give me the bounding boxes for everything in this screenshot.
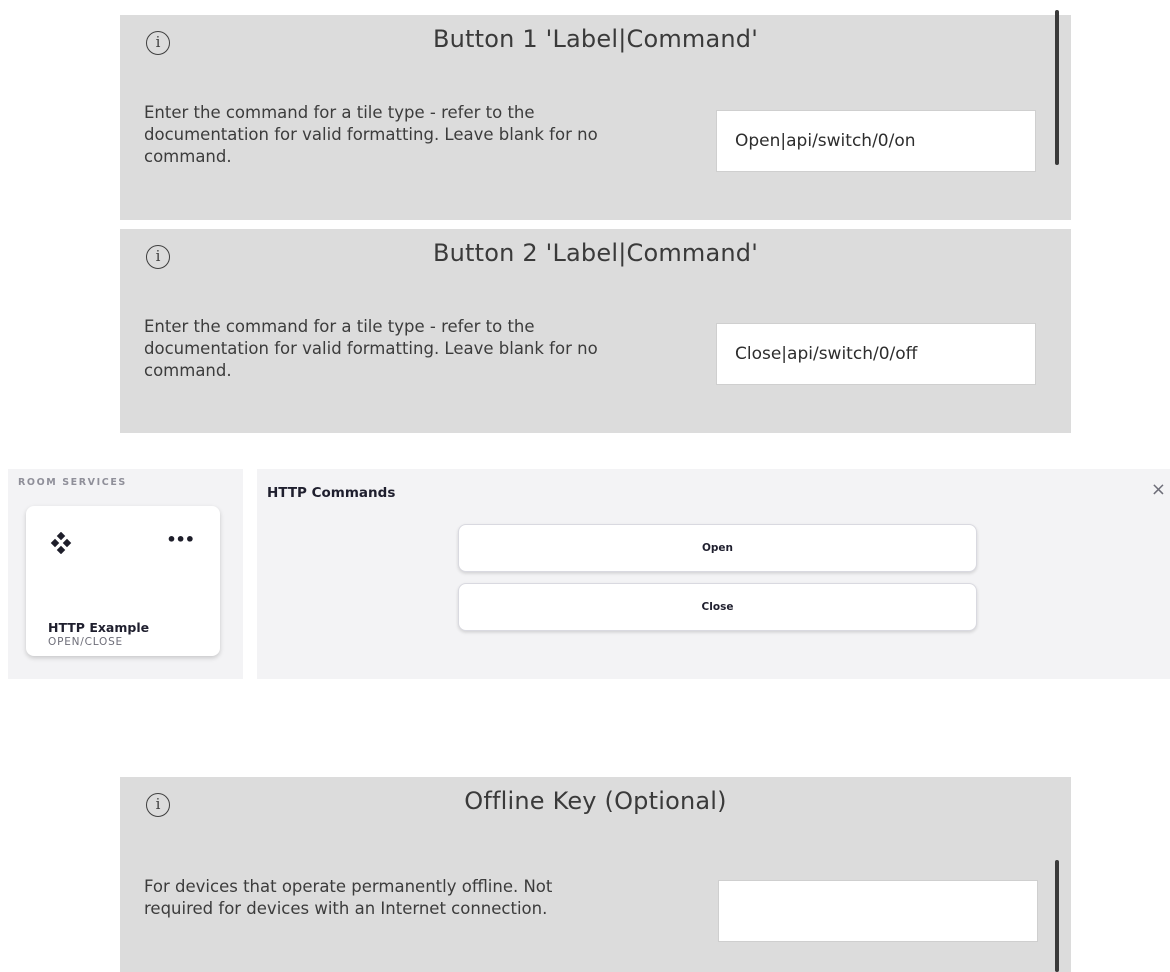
description-line: command. bbox=[144, 147, 232, 166]
panel-title: Button 2 'Label|Command' bbox=[432, 239, 759, 267]
button2-command-input[interactable]: Close|api/switch/0/off bbox=[716, 323, 1036, 385]
description-line: required for devices with an Internet co… bbox=[144, 899, 548, 918]
panel-description: For devices that operate permanently off… bbox=[144, 876, 704, 920]
panel-description: Enter the command for a tile type - refe… bbox=[144, 102, 704, 168]
button1-command-input[interactable]: Open|api/switch/0/on bbox=[716, 110, 1036, 172]
config-panel-offline-key: i Offline Key (Optional) For devices tha… bbox=[120, 777, 1071, 972]
tile-subtitle: OPEN/CLOSE bbox=[48, 636, 123, 648]
offline-key-input[interactable] bbox=[718, 880, 1038, 942]
diamond-cluster-icon bbox=[50, 532, 72, 554]
http-example-tile[interactable]: ••• HTTP Example OPEN/CLOSE bbox=[26, 506, 220, 656]
panel-title: Button 1 'Label|Command' bbox=[432, 25, 759, 53]
section-label: ROOM SERVICES bbox=[18, 477, 127, 488]
dialog-title: HTTP Commands bbox=[267, 485, 396, 501]
description-line: Enter the command for a tile type - refe… bbox=[144, 103, 535, 122]
open-button[interactable]: Open bbox=[458, 524, 977, 572]
panel-description: Enter the command for a tile type - refe… bbox=[144, 316, 704, 382]
scrollbar-thumb[interactable] bbox=[1055, 10, 1059, 165]
panel-title: Offline Key (Optional) bbox=[464, 787, 727, 815]
close-icon[interactable]: × bbox=[1151, 481, 1166, 499]
description-line: command. bbox=[144, 361, 232, 380]
description-line: documentation for valid formatting. Leav… bbox=[144, 339, 598, 358]
description-line: For devices that operate permanently off… bbox=[144, 877, 553, 896]
room-services-section: ROOM SERVICES ••• HTTP Example OPEN/CLOS… bbox=[8, 469, 243, 679]
config-panel-button2: i Button 2 'Label|Command' Enter the com… bbox=[120, 229, 1071, 433]
description-line: documentation for valid formatting. Leav… bbox=[144, 125, 598, 144]
scrollbar-thumb[interactable] bbox=[1055, 860, 1059, 972]
tile-name: HTTP Example bbox=[48, 620, 150, 635]
config-panel-button1: i Button 1 'Label|Command' Enter the com… bbox=[120, 15, 1071, 220]
close-button[interactable]: Close bbox=[458, 583, 977, 631]
http-commands-dialog: HTTP Commands × Open Close bbox=[257, 469, 1170, 679]
more-options-icon[interactable]: ••• bbox=[166, 530, 195, 549]
description-line: Enter the command for a tile type - refe… bbox=[144, 317, 535, 336]
